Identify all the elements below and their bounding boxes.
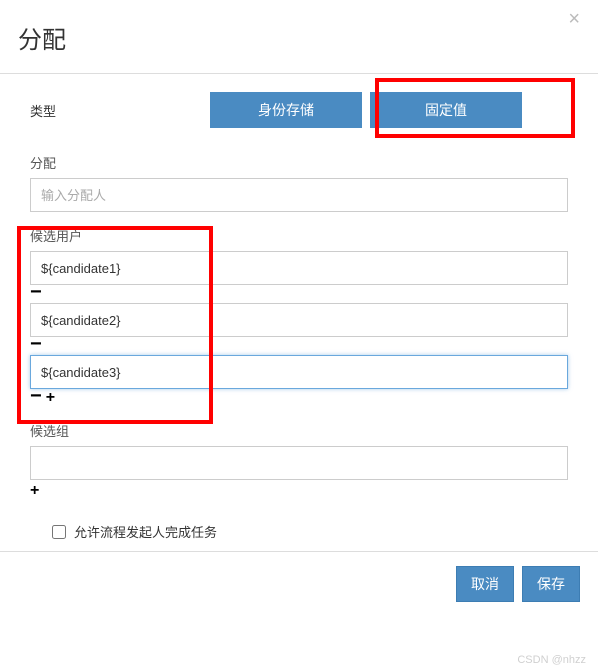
cancel-button[interactable]: 取消: [456, 566, 514, 602]
remove-icon[interactable]: −: [30, 285, 42, 299]
allow-initiator-label: 允许流程发起人完成任务: [74, 522, 217, 541]
candidate-users-label: 候选用户: [30, 226, 568, 245]
assign-label: 分配: [30, 153, 568, 172]
candidate-user-input[interactable]: [30, 303, 568, 337]
type-tabs: 身份存储 固定值: [210, 92, 522, 128]
save-button[interactable]: 保存: [522, 566, 580, 602]
assign-input[interactable]: [30, 178, 568, 212]
remove-icon[interactable]: −: [30, 337, 42, 351]
add-icon[interactable]: +: [46, 389, 55, 407]
modal-title: 分配: [18, 20, 580, 55]
candidate-user-input[interactable]: [30, 251, 568, 285]
watermark: CSDN @nhzz: [517, 654, 586, 666]
add-icon[interactable]: +: [30, 482, 39, 500]
allow-initiator-checkbox[interactable]: [52, 525, 66, 539]
close-icon[interactable]: ×: [568, 8, 580, 31]
candidate-groups-label: 候选组: [30, 421, 568, 440]
candidate-group-input[interactable]: [30, 446, 568, 480]
candidate-user-input[interactable]: [30, 355, 568, 389]
tab-fixed-value[interactable]: 固定值: [370, 92, 522, 128]
type-label: 类型: [30, 101, 210, 120]
tab-identity-store[interactable]: 身份存储: [210, 92, 362, 128]
remove-icon[interactable]: −: [30, 389, 42, 403]
